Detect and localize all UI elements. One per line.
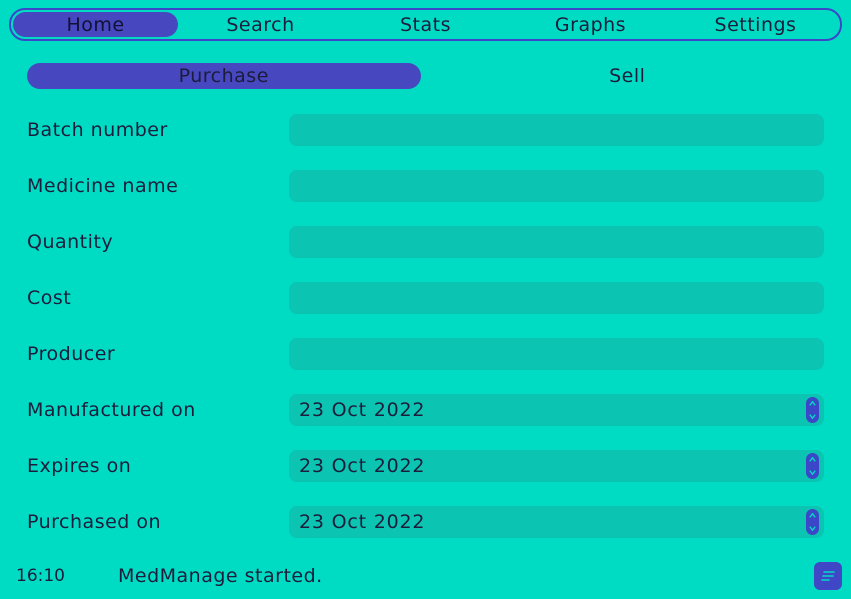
- tab-home[interactable]: Home: [13, 12, 178, 37]
- chevron-up-icon[interactable]: [808, 399, 817, 408]
- cost-label: Cost: [27, 287, 72, 309]
- status-time: 16:10: [16, 566, 65, 586]
- status-message: MedManage started.: [118, 565, 323, 587]
- cost-row: Cost: [27, 282, 824, 314]
- purchased-on-date-field[interactable]: 23 Oct 2022: [289, 506, 824, 538]
- batch-number-input[interactable]: [289, 114, 824, 146]
- producer-label: Producer: [27, 343, 116, 365]
- tab-settings[interactable]: Settings: [673, 12, 838, 37]
- transaction-tabs: Purchase Sell: [27, 63, 824, 89]
- producer-row: Producer: [27, 338, 824, 370]
- main-nav: Home Search Stats Graphs Settings: [9, 8, 842, 41]
- chevron-up-icon[interactable]: [808, 511, 817, 520]
- medicine-name-row: Medicine name: [27, 170, 824, 202]
- tab-purchase[interactable]: Purchase: [27, 63, 421, 89]
- tab-sell[interactable]: Sell: [431, 63, 825, 89]
- log-list-icon: [821, 571, 835, 581]
- expires-on-row: Expires on 23 Oct 2022: [27, 450, 824, 482]
- purchased-on-value: 23 Oct 2022: [299, 511, 426, 533]
- chevron-up-icon[interactable]: [808, 455, 817, 464]
- manufactured-on-date-field[interactable]: 23 Oct 2022: [289, 394, 824, 426]
- chevron-down-icon[interactable]: [808, 412, 817, 421]
- quantity-row: Quantity: [27, 226, 824, 258]
- purchased-on-row: Purchased on 23 Oct 2022: [27, 506, 824, 538]
- purchased-on-spinner[interactable]: [806, 509, 819, 535]
- log-button[interactable]: [814, 562, 842, 590]
- tab-graphs[interactable]: Graphs: [508, 12, 673, 37]
- quantity-label: Quantity: [27, 231, 114, 253]
- manufactured-on-value: 23 Oct 2022: [299, 399, 426, 421]
- chevron-down-icon[interactable]: [808, 468, 817, 477]
- expires-on-spinner[interactable]: [806, 453, 819, 479]
- chevron-down-icon[interactable]: [808, 524, 817, 533]
- batch-number-row: Batch number: [27, 114, 824, 146]
- status-bar: 16:10 MedManage started.: [0, 560, 851, 592]
- quantity-input[interactable]: [289, 226, 824, 258]
- expires-on-value: 23 Oct 2022: [299, 455, 426, 477]
- manufactured-on-label: Manufactured on: [27, 399, 196, 421]
- cost-input[interactable]: [289, 282, 824, 314]
- manufactured-on-row: Manufactured on 23 Oct 2022: [27, 394, 824, 426]
- tab-search[interactable]: Search: [178, 12, 343, 37]
- tab-stats[interactable]: Stats: [343, 12, 508, 37]
- manufactured-on-spinner[interactable]: [806, 397, 819, 423]
- batch-number-label: Batch number: [27, 119, 168, 141]
- medicine-name-input[interactable]: [289, 170, 824, 202]
- expires-on-date-field[interactable]: 23 Oct 2022: [289, 450, 824, 482]
- expires-on-label: Expires on: [27, 455, 132, 477]
- medicine-name-label: Medicine name: [27, 175, 179, 197]
- producer-input[interactable]: [289, 338, 824, 370]
- purchased-on-label: Purchased on: [27, 511, 162, 533]
